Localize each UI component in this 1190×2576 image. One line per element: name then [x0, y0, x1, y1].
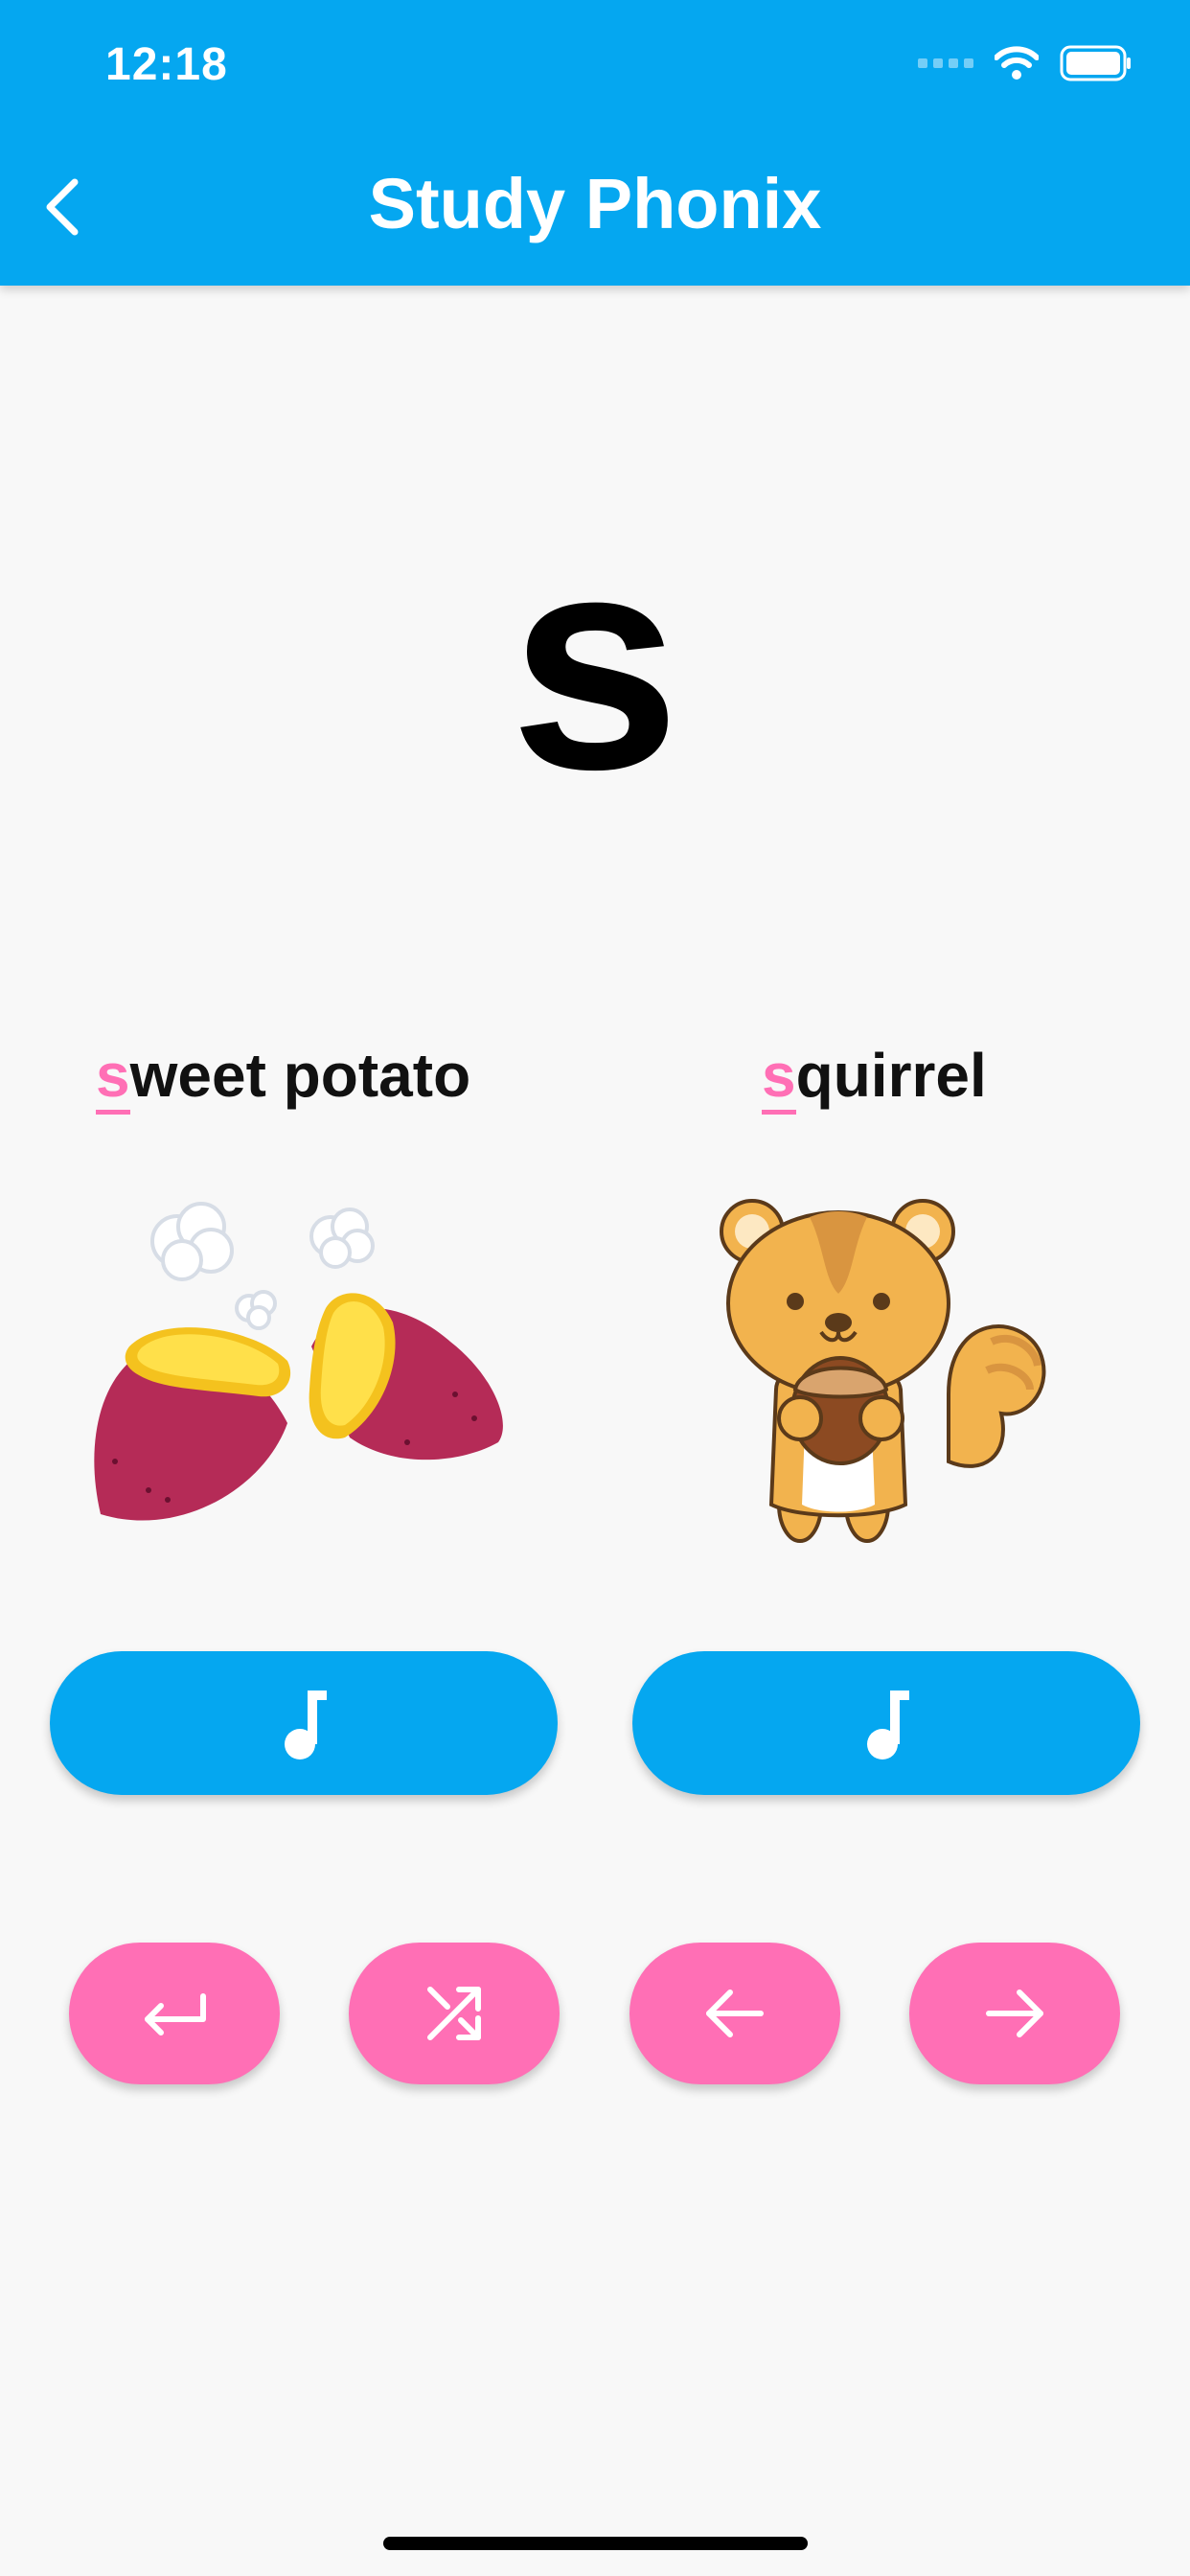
status-time: 12:18	[105, 39, 228, 90]
shuffle-button[interactable]	[349, 1943, 560, 2084]
wifi-icon	[995, 46, 1039, 80]
return-icon	[145, 1993, 206, 2036]
battery-icon	[1060, 45, 1131, 81]
squirrel-illustration	[720, 1199, 1046, 1543]
word-highlight-letter: s	[96, 1041, 130, 1115]
shuffle-icon	[427, 1987, 481, 2040]
status-icons	[918, 42, 1133, 84]
word-squirrel: squirrel	[762, 1040, 987, 1115]
word-rest: quirrel	[795, 1041, 987, 1110]
arrow-right-icon	[986, 1990, 1043, 2037]
phonics-letter: s	[510, 490, 680, 833]
arrow-left-icon	[706, 1990, 764, 2037]
play-sound-button-squirrel[interactable]	[632, 1651, 1140, 1795]
app-bar: 12:18 Study Phonix	[0, 0, 1190, 286]
music-note-icon	[867, 1690, 909, 1760]
signal-icon	[918, 58, 973, 68]
sweet-potato-illustration	[94, 1202, 503, 1521]
previous-button[interactable]	[629, 1943, 840, 2084]
home-indicator	[383, 2537, 808, 2550]
page-title: Study Phonix	[368, 164, 822, 243]
word-rest: weet potato	[129, 1041, 471, 1110]
return-button[interactable]	[69, 1943, 280, 2084]
word-sweet-potato: sweet potato	[96, 1040, 471, 1115]
next-button[interactable]	[909, 1943, 1120, 2084]
word-highlight-letter: s	[762, 1041, 796, 1115]
music-note-icon	[285, 1690, 327, 1760]
play-sound-button-sweet-potato[interactable]	[50, 1651, 558, 1795]
